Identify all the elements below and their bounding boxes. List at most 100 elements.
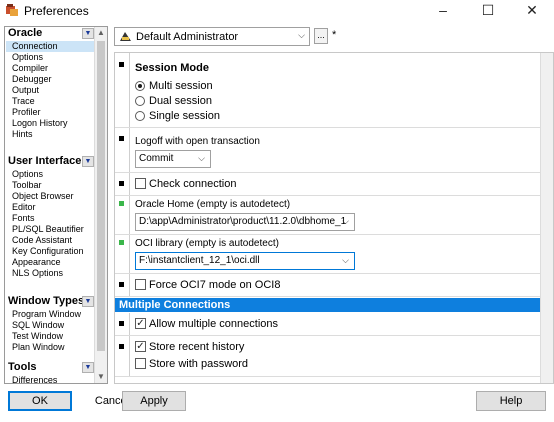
group-header-tools[interactable]: Tools ▼ [6, 361, 94, 374]
sidebar-item-key-configuration[interactable]: Key Configuration [6, 246, 94, 257]
sidebar-item-fonts[interactable]: Fonts [6, 213, 94, 224]
oci-library-value: F:\instantclient_12_1\oci.dll [139, 255, 260, 266]
section-marker [119, 62, 124, 67]
sidebar-item-code-assistant[interactable]: Code Assistant [6, 235, 94, 246]
sidebar-item-program-window[interactable]: Program Window [6, 309, 94, 320]
group-label: User Interface [8, 155, 82, 167]
sidebar-item-debugger[interactable]: Debugger [6, 74, 94, 85]
apply-button[interactable]: Apply [122, 391, 186, 411]
sidebar-item-nls-options[interactable]: NLS Options [6, 268, 94, 279]
profile-ellipsis-button[interactable]: ... [314, 28, 328, 44]
sidebar-item-hints[interactable]: Hints [6, 129, 94, 140]
sidebar-item-object-browser[interactable]: Object Browser [6, 191, 94, 202]
sidebar-item-compiler[interactable]: Compiler [6, 63, 94, 74]
category-sidebar[interactable]: Oracle ▼ Connection Options Compiler Deb… [4, 26, 108, 384]
collapse-button[interactable]: ▼ [82, 296, 94, 307]
session-mode-title: Session Mode [135, 62, 209, 74]
sidebar-item-trace[interactable]: Trace [6, 96, 94, 107]
section-allow-multiple: ✓ Allow multiple connections [115, 313, 541, 336]
section-marker [119, 321, 124, 326]
help-button[interactable]: Help [476, 391, 546, 411]
radio-single-session[interactable] [135, 111, 145, 121]
force-oci7-label: Force OCI7 mode on OCI8 [149, 279, 281, 291]
store-history-label: Store recent history [149, 341, 245, 353]
section-marker [119, 136, 124, 141]
logoff-value: Commit [139, 153, 174, 164]
sidebar-item-output[interactable]: Output [6, 85, 94, 96]
sidebar-item-differences[interactable]: Differences [6, 375, 94, 383]
group-label: Window Types [8, 295, 85, 307]
group-items-window-types: Program Window SQL Window Test Window Pl… [6, 309, 94, 355]
sidebar-scrollbar[interactable]: ▲ ▼ [94, 27, 107, 383]
check-connection-checkbox[interactable] [135, 178, 146, 189]
ok-button[interactable]: OK [8, 391, 72, 411]
group-items-oracle: Connection Options Compiler Debugger Out… [6, 41, 94, 151]
radio-label: Multi session [149, 80, 213, 92]
oci-library-label: OCI library (empty is autodetect) [135, 238, 279, 249]
force-oci7-checkbox[interactable] [135, 279, 146, 290]
oci-library-select[interactable]: F:\instantclient_12_1\oci.dll ⌵ [135, 252, 355, 270]
radio-label: Single session [149, 110, 220, 122]
scroll-thumb[interactable] [97, 41, 105, 351]
store-password-checkbox[interactable] [135, 358, 146, 369]
sidebar-item-ui-options[interactable]: Options [6, 169, 94, 180]
chevron-down-icon: ⌵ [342, 216, 349, 226]
group-header-user-interface[interactable]: User Interface ▼ [6, 155, 94, 168]
user-profile-icon [120, 32, 131, 41]
multiple-connections-header: Multiple Connections [115, 298, 541, 312]
collapse-button[interactable]: ▼ [82, 28, 94, 39]
sidebar-item-sql-window[interactable]: SQL Window [6, 320, 94, 331]
section-marker-green [119, 201, 124, 206]
modified-marker: * [332, 29, 337, 41]
oracle-home-label: Oracle Home (empty is autodetect) [135, 199, 291, 210]
oracle-home-select[interactable]: D:\app\Administrator\product\11.2.0\dbho… [135, 213, 355, 231]
logoff-label: Logoff with open transaction [135, 136, 260, 147]
scroll-down-icon[interactable]: ▼ [95, 371, 107, 383]
maximize-button[interactable]: ☐ [466, 0, 510, 21]
section-marker [119, 344, 124, 349]
radio-dual-session[interactable] [135, 96, 145, 106]
sidebar-item-options[interactable]: Options [6, 52, 94, 63]
profile-select[interactable]: Default Administrator ⌵ [114, 27, 310, 46]
title-bar: Preferences – ☐ ✕ [0, 0, 554, 21]
group-items-user-interface: Options Toolbar Object Browser Editor Fo… [6, 169, 94, 281]
sidebar-item-plsql-beautifier[interactable]: PL/SQL Beautifier [6, 224, 94, 235]
chevron-down-icon: ⌵ [342, 255, 349, 265]
close-button[interactable]: ✕ [510, 0, 554, 21]
logoff-select[interactable]: Commit ⌵ [135, 150, 211, 168]
sidebar-item-editor[interactable]: Editor [6, 202, 94, 213]
section-marker-green [119, 240, 124, 245]
sidebar-item-test-window[interactable]: Test Window [6, 331, 94, 342]
radio-multi-session[interactable] [135, 81, 145, 91]
scroll-up-icon[interactable]: ▲ [95, 27, 107, 39]
sidebar-item-plan-window[interactable]: Plan Window [6, 342, 94, 353]
collapse-button[interactable]: ▼ [82, 156, 94, 167]
allow-multiple-label: Allow multiple connections [149, 318, 279, 330]
section-logoff: Logoff with open transaction Commit ⌵ [115, 128, 541, 173]
group-header-window-types[interactable]: Window Types ▼ [6, 295, 94, 308]
settings-panel: Session Mode Multi session Dual session … [114, 52, 554, 384]
settings-scrollbar[interactable] [540, 53, 553, 383]
store-password-label: Store with password [149, 358, 249, 370]
sidebar-item-connection[interactable]: Connection [6, 41, 94, 52]
section-session-mode: Session Mode Multi session Dual session … [115, 53, 541, 128]
oracle-home-value: D:\app\Administrator\product\11.2.0\dbho… [139, 216, 347, 227]
check-connection-label: Check connection [149, 178, 237, 190]
dialog-footer: OK Cancel Apply Help [0, 386, 554, 422]
section-force-oci7: Force OCI7 mode on OCI8 [115, 274, 541, 297]
section-store-history: ✓ Store recent history Store with passwo… [115, 336, 541, 377]
collapse-button[interactable]: ▼ [82, 362, 94, 373]
sidebar-item-profiler[interactable]: Profiler [6, 107, 94, 118]
sidebar-item-appearance[interactable]: Appearance [6, 257, 94, 268]
sidebar-item-toolbar[interactable]: Toolbar [6, 180, 94, 191]
window-title: Preferences [24, 4, 89, 18]
section-oci-library: OCI library (empty is autodetect) F:\ins… [115, 235, 541, 274]
chevron-down-icon: ⌵ [198, 153, 205, 163]
group-header-oracle[interactable]: Oracle ▼ [6, 27, 94, 40]
group-label: Tools [8, 361, 37, 373]
radio-label: Dual session [149, 95, 212, 107]
allow-multiple-checkbox[interactable]: ✓ [135, 318, 146, 329]
store-history-checkbox[interactable]: ✓ [135, 341, 146, 352]
minimize-button[interactable]: – [421, 0, 465, 21]
sidebar-item-logon-history[interactable]: Logon History [6, 118, 94, 129]
